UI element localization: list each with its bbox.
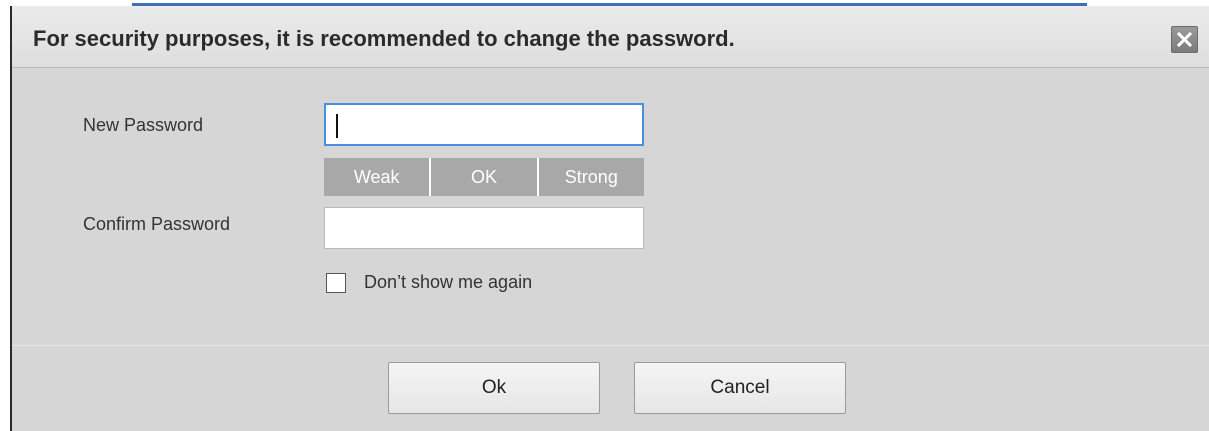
confirm-password-label: Confirm Password	[83, 214, 231, 234]
new-password-input[interactable]	[324, 103, 644, 146]
close-button[interactable]	[1171, 26, 1198, 53]
dont-show-label[interactable]: Don’t show me again	[364, 272, 532, 293]
close-x-icon	[1177, 32, 1192, 47]
confirm-password-input[interactable]	[324, 207, 644, 249]
dialog-titlebar[interactable]: For security purposes, it is recommended…	[12, 6, 1209, 68]
cancel-button[interactable]: Cancel	[634, 362, 846, 414]
strength-strong: Strong	[538, 158, 644, 196]
strength-weak: Weak	[324, 158, 430, 196]
dialog-title: For security purposes, it is recommended…	[33, 26, 735, 51]
dont-show-checkbox[interactable]	[326, 273, 346, 293]
footer-divider	[12, 345, 1209, 346]
new-password-label: New Password	[83, 115, 204, 135]
text-caret	[336, 114, 338, 138]
strength-ok: OK	[431, 158, 537, 196]
change-password-dialog: For security purposes, it is recommended…	[10, 6, 1209, 431]
password-strength-meter: Weak OK Strong	[324, 158, 644, 196]
ok-button[interactable]: Ok	[388, 362, 600, 414]
